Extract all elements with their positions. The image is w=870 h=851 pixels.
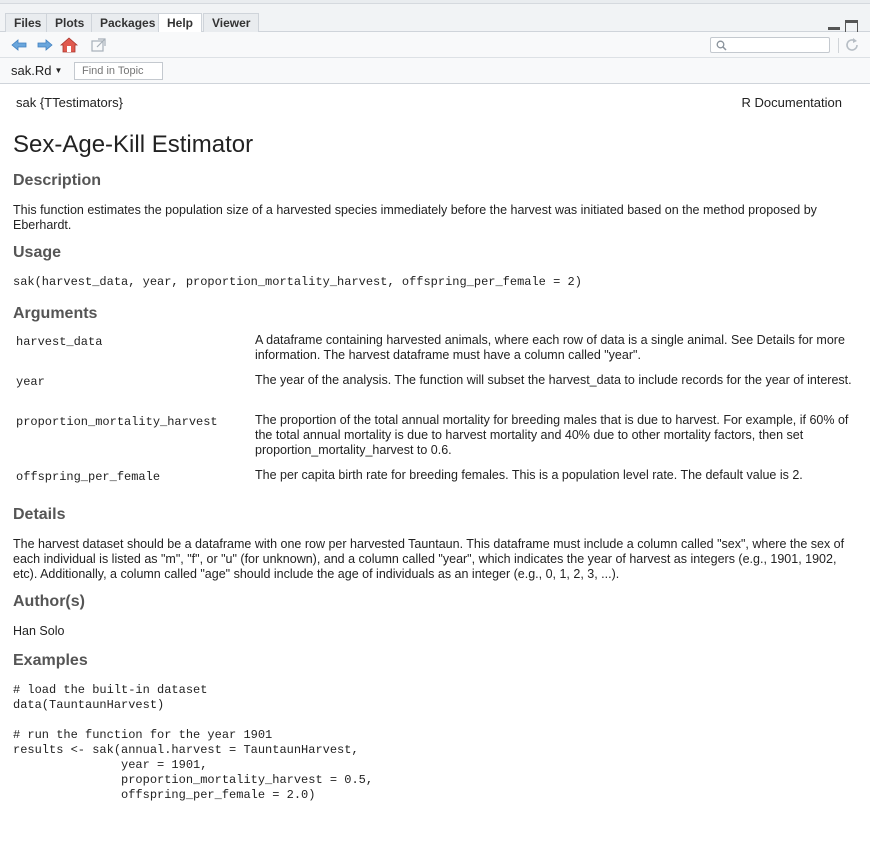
home-icon[interactable] [59,36,79,54]
argument-name: harvest_data [16,335,103,349]
popout-window-icon[interactable] [90,36,108,54]
argument-description: The per capita birth rate for breeding f… [255,468,803,482]
authors-text: Han Solo [13,624,65,638]
doc-title: Sex-Age-Kill Estimator [13,131,254,158]
argument-row: harvest_data A dataframe containing harv… [13,333,857,373]
usage-heading: Usage [13,244,62,261]
help-search-input[interactable] [710,37,830,53]
minimize-pane-icon[interactable] [828,27,840,30]
argument-row: proportion_mortality_harvest The proport… [13,413,857,468]
back-arrow-icon[interactable] [10,36,28,54]
argument-row: offspring_per_female The per capita birt… [13,468,857,493]
toolbar-divider [838,38,839,53]
chevron-down-icon: ▼ [54,66,63,75]
help-toolbar [0,32,870,58]
authors-heading: Author(s) [13,593,85,610]
topic-dropdown-label: sak.Rd [11,63,52,78]
search-icon [716,40,727,51]
topic-dropdown[interactable]: sak.Rd ▼ [11,63,62,78]
examples-heading: Examples [13,652,88,669]
forward-arrow-icon[interactable] [36,36,54,54]
examples-code: # load the built-in dataset data(Tauntau… [13,683,374,802]
topic-toolbar: sak.Rd ▼ [0,58,870,84]
argument-name: offspring_per_female [16,470,161,484]
arguments-heading: Arguments [13,305,98,322]
help-document: sak {TTestimators} R Documentation Sex-A… [0,84,870,803]
doc-topic-package: sak {TTestimators} [16,95,123,110]
arguments-table: harvest_data A dataframe containing harv… [13,333,857,493]
argument-name: year [16,375,45,389]
argument-description: A dataframe containing harvested animals… [255,333,845,362]
doc-header: sak {TTestimators} R Documentation [13,84,857,120]
argument-name: proportion_mortality_harvest [16,415,218,429]
argument-description: The year of the analysis. The function w… [255,373,852,387]
description-text: This function estimates the population s… [13,203,817,232]
description-heading: Description [13,172,102,189]
pane-tabbar: Files Plots Packages Help Viewer [0,4,870,39]
doc-source-label: R Documentation [741,95,842,110]
usage-code: sak(harvest_data, year, proportion_morta… [13,275,582,289]
argument-row: year The year of the analysis. The funct… [13,373,857,413]
details-heading: Details [13,506,66,523]
find-in-topic-input[interactable] [74,62,163,80]
refresh-icon[interactable] [844,37,862,55]
details-text: The harvest dataset should be a datafram… [13,537,845,581]
argument-description: The proportion of the total annual morta… [255,413,849,457]
